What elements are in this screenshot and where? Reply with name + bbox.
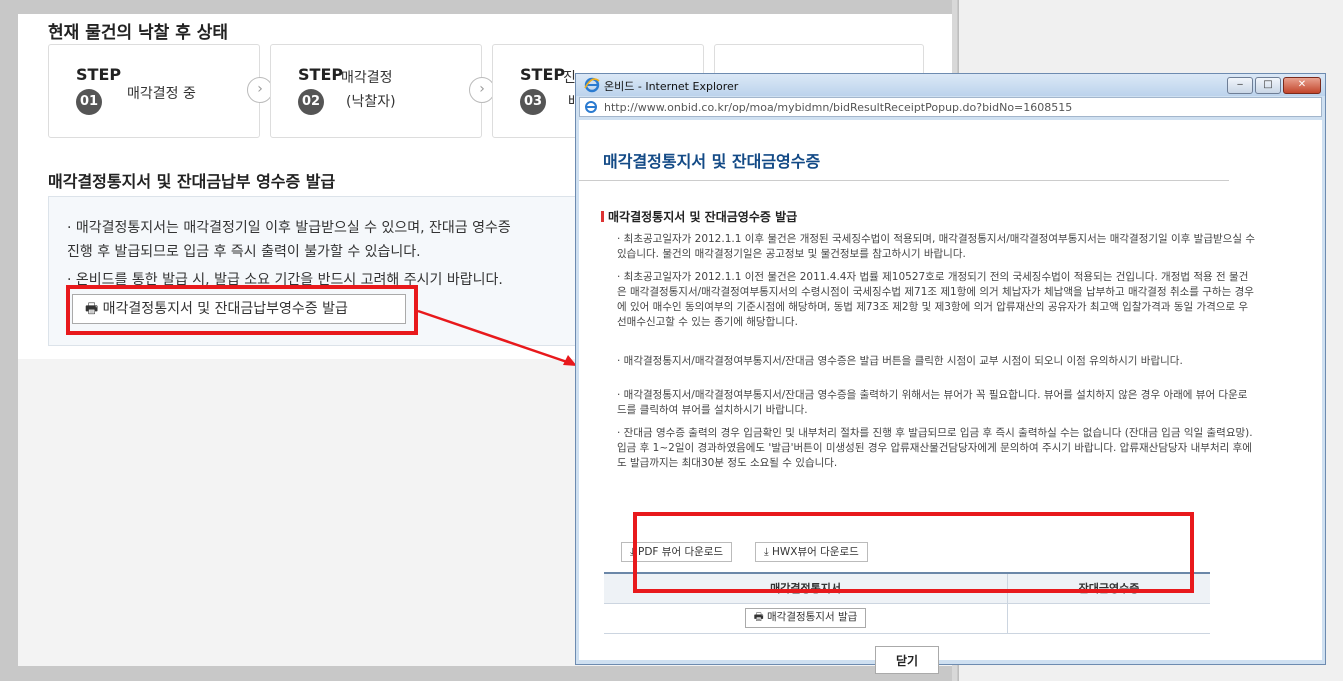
popup-heading: 매각결정통지서 및 잔대금영수증 <box>603 152 821 171</box>
step-desc: (낙찰자) <box>346 94 396 110</box>
close-icon[interactable]: ✕ <box>1283 77 1321 94</box>
popup-title: 온비드 - Internet Explorer <box>604 80 739 93</box>
issue-notice-button[interactable]: 🖶 매각결정통지서 발급 <box>744 608 867 628</box>
url-text: http://www.onbid.co.kr/op/moa/mybidmn/bi… <box>604 101 1073 114</box>
table-row: 🖶 매각결정통지서 발급 <box>604 603 1210 634</box>
step-number: 03 <box>520 89 546 115</box>
close-button[interactable]: 닫기 <box>875 646 939 674</box>
step-sub: 매각결정 <box>341 70 393 86</box>
notice-bullet: · 최초공고일자가 2012.1.1 이후 물건은 개정된 국세징수법이 적용되… <box>617 233 1255 260</box>
annotation-arrow <box>417 309 577 366</box>
step-word: STEP <box>520 65 566 84</box>
ie-icon <box>584 77 600 93</box>
highlight-box-left <box>66 285 418 335</box>
page-icon <box>585 101 597 113</box>
highlight-box-right <box>633 512 1194 593</box>
issue-section-title: 매각결정통지서 및 잔대금납부 영수증 발급 <box>48 172 336 191</box>
info-line: · 매각결정통지서는 매각결정기일 이후 발급받으실 수 있으며, 잔대금 영수… <box>67 220 511 236</box>
heading-divider <box>579 180 1229 181</box>
status-section-title: 현재 물건의 낙찰 후 상태 <box>48 23 229 43</box>
notice-bullet: · 잔대금 영수증 출력의 경우 입금확인 및 내부처리 절차를 진행 후 발급… <box>617 427 1253 469</box>
step-number: 02 <box>298 89 324 115</box>
step-sub: 진 <box>563 70 576 86</box>
popup-subheading: 매각결정통지서 및 잔대금영수증 발급 <box>601 208 797 225</box>
step-card-01: STEP 01 매각결정 중 <box>48 44 260 138</box>
step-desc: 매각결정 중 <box>127 86 196 102</box>
step-word: STEP <box>76 65 122 84</box>
notice-bullet: · 매각결정통지서/매각결정여부통지서/잔대금 영수증은 발급 버튼을 클릭한 … <box>617 355 1183 367</box>
step-word: STEP <box>298 65 344 84</box>
popup-subheading-text: 매각결정통지서 및 잔대금영수증 발급 <box>608 210 798 224</box>
popup-titlebar: 온비드 - Internet Explorer ‒ □ ✕ <box>576 74 1325 96</box>
issue-notice-label: 매각결정통지서 발급 <box>767 611 858 623</box>
step-number: 01 <box>76 89 102 115</box>
address-bar[interactable]: http://www.onbid.co.kr/op/moa/mybidmn/bi… <box>579 97 1322 117</box>
print-icon: 🖶 <box>753 611 764 623</box>
maximize-icon[interactable]: □ <box>1255 77 1281 94</box>
notice-bullet: · 매각결정통지서/매각결정여부통지서/잔대금 영수증을 출력하기 위해서는 뷰… <box>617 389 1248 416</box>
info-line: 진행 후 발급되므로 입금 후 즉시 출력이 불가할 수 있습니다. <box>67 244 421 260</box>
minimize-icon[interactable]: ‒ <box>1227 77 1253 94</box>
step-card-02: STEP 매각결정 02 (낙찰자) <box>270 44 482 138</box>
notice-bullet: · 최초공고일자가 2012.1.1 이전 물건은 2011.4.4자 법률 제… <box>617 271 1254 328</box>
bullet-marker <box>601 211 604 222</box>
receipt-cell <box>1007 603 1210 634</box>
notice-cell: 🖶 매각결정통지서 발급 <box>604 603 1008 634</box>
